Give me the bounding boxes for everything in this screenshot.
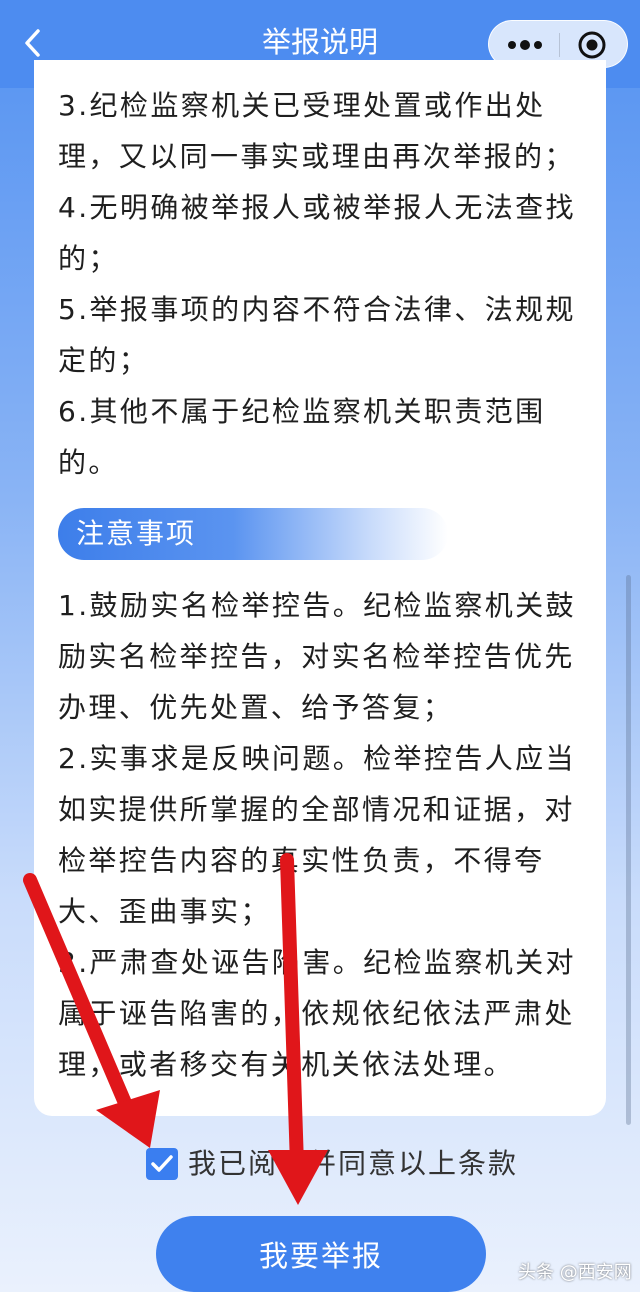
list-item: 5.举报事项的内容不符合法律、法规规定的； [58, 293, 576, 377]
more-dots-icon[interactable] [503, 33, 547, 57]
report-button[interactable]: 我要举报 [156, 1216, 486, 1292]
check-icon [151, 1155, 173, 1172]
capsule-divider [559, 33, 560, 57]
section-title: 注意事项 [76, 517, 197, 550]
section-header-notes: 注意事项 [58, 508, 448, 560]
list-item: 2.实事求是反映问题。检举控告人应当如实提供所掌握的全部情况和证据，对检举控告内… [58, 742, 576, 928]
list-item: 6.其他不属于纪检监察机关职责范围的。 [58, 395, 546, 479]
notes-list: 1.鼓励实名检举控告。纪检监察机关鼓励实名检举控告，对实名检举控告优先办理、优先… [58, 580, 588, 1090]
scrollbar[interactable] [626, 575, 631, 1125]
watermark: 头条 @西安网 [518, 1262, 632, 1283]
agree-label[interactable]: 我已阅读并同意以上条款 [188, 1144, 518, 1184]
list-item: 1.鼓励实名检举控告。纪检监察机关鼓励实名检举控告，对实名检举控告优先办理、优先… [58, 589, 576, 724]
list-item: 3.严肃查处诬告陷害。纪检监察机关对属于诬告陷害的，依规依纪依法严肃处理，或者移… [58, 946, 576, 1081]
list-item: 3.纪检监察机关已受理处置或作出处理，又以同一事实或理由再次举报的； [58, 89, 575, 173]
agreement-row[interactable]: 我已阅读并同意以上条款 [146, 1144, 526, 1184]
list-item: 4.无明确被举报人或被举报人无法查找的； [58, 191, 576, 275]
notice-card[interactable]: 3.纪检监察机关已受理处置或作出处理，又以同一事实或理由再次举报的； 4.无明确… [34, 60, 606, 1116]
agree-checkbox[interactable] [146, 1148, 178, 1180]
exclusion-list: 3.纪检监察机关已受理处置或作出处理，又以同一事实或理由再次举报的； 4.无明确… [58, 80, 588, 488]
target-circle-icon[interactable] [577, 30, 607, 60]
